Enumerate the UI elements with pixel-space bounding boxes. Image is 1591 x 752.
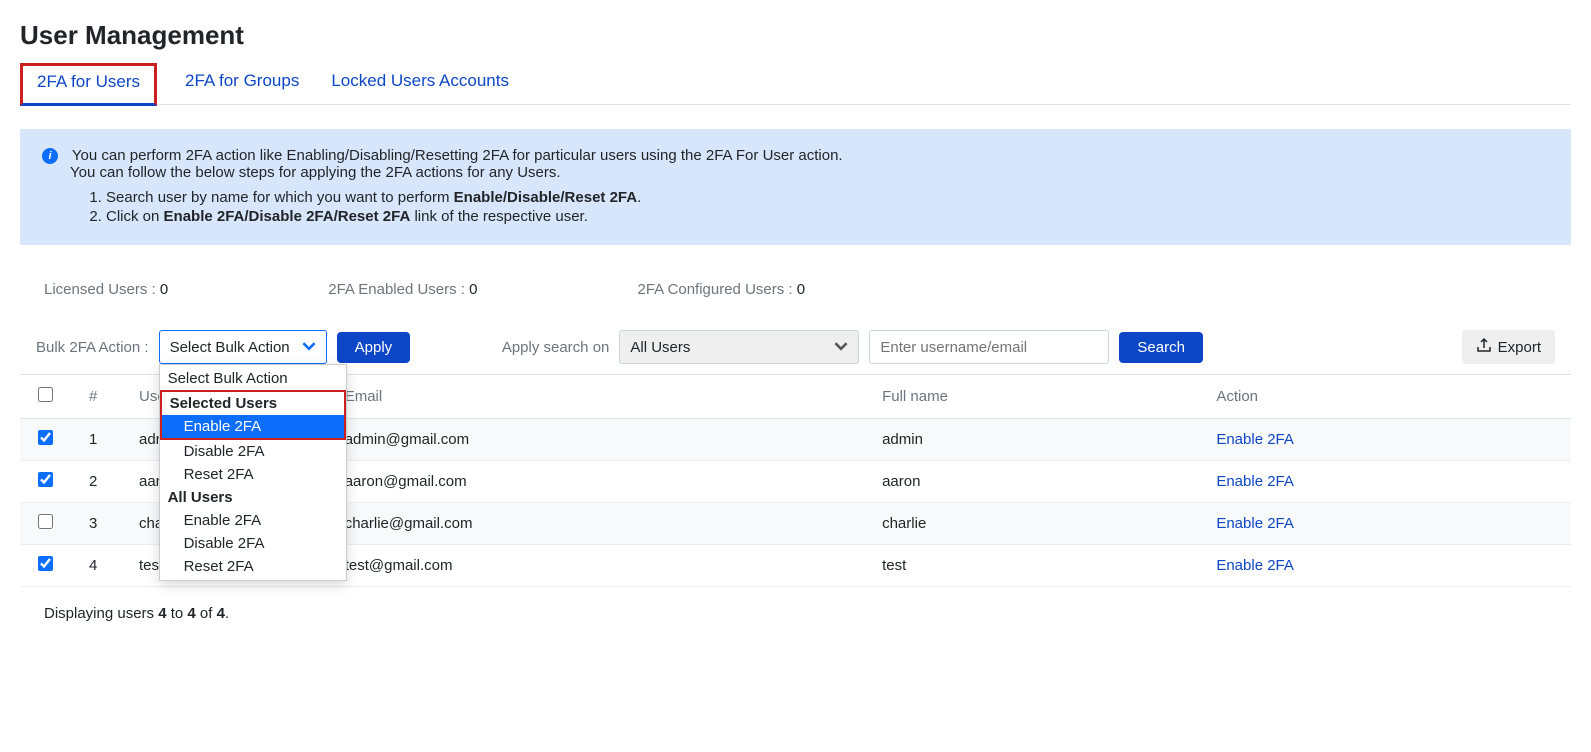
search-scope-select[interactable]: All Users (619, 330, 859, 364)
banner-line1: You can perform 2FA action like Enabling… (72, 147, 843, 164)
tab-2fa-groups[interactable]: 2FA for Groups (181, 63, 303, 104)
page-title: User Management (20, 20, 1571, 51)
row-checkbox[interactable] (38, 472, 53, 487)
row-checkbox[interactable] (38, 556, 53, 571)
row-action-link[interactable]: Enable 2FA (1216, 515, 1294, 532)
col-email: Email (327, 375, 864, 419)
apply-button[interactable]: Apply (337, 332, 411, 363)
info-banner: i You can perform 2FA action like Enabli… (20, 129, 1571, 245)
pagination-summary: Displaying users 4 to 4 of 4. (20, 605, 1571, 622)
row-index: 3 (71, 503, 121, 545)
col-fullname: Full name (864, 375, 1198, 419)
chevron-down-icon (302, 339, 316, 356)
dropdown-group-all-users: All Users (160, 486, 346, 509)
dropdown-opt-select-bulk[interactable]: Select Bulk Action (160, 367, 346, 390)
row-fullname: test (864, 545, 1198, 587)
row-index: 2 (71, 461, 121, 503)
row-fullname: charlie (864, 503, 1198, 545)
banner-step2: Click on Enable 2FA/Disable 2FA/Reset 2F… (106, 208, 1549, 225)
tab-2fa-users[interactable]: 2FA for Users (20, 63, 157, 106)
banner-step1: Search user by name for which you want t… (106, 189, 1549, 206)
dropdown-opt-all-enable[interactable]: Enable 2FA (160, 509, 346, 532)
col-action: Action (1198, 375, 1571, 419)
search-input[interactable] (869, 330, 1109, 364)
dropdown-opt-all-reset[interactable]: Reset 2FA (160, 555, 346, 578)
dropdown-opt-selected-disable[interactable]: Disable 2FA (160, 440, 346, 463)
tab-bar: 2FA for Users 2FA for Groups Locked User… (20, 63, 1571, 105)
dropdown-opt-selected-reset[interactable]: Reset 2FA (160, 463, 346, 486)
row-index: 4 (71, 545, 121, 587)
row-fullname: admin (864, 419, 1198, 461)
row-fullname: aaron (864, 461, 1198, 503)
search-button[interactable]: Search (1119, 332, 1203, 363)
row-email: charlie@gmail.com (327, 503, 864, 545)
stats-row: Licensed Users : 0 2FA Enabled Users : 0… (20, 273, 1571, 330)
row-action-link[interactable]: Enable 2FA (1216, 473, 1294, 490)
tab-locked-users[interactable]: Locked Users Accounts (327, 63, 513, 104)
export-icon (1476, 337, 1492, 357)
row-email: test@gmail.com (327, 545, 864, 587)
dropdown-opt-selected-enable[interactable]: Enable 2FA (160, 415, 346, 440)
col-index: # (71, 375, 121, 419)
chevron-down-icon (834, 339, 848, 356)
bulk-action-label: Bulk 2FA Action : (36, 339, 149, 356)
select-all-checkbox[interactable] (38, 387, 53, 402)
stat-enabled: 2FA Enabled Users : 0 (328, 281, 477, 298)
row-action-link[interactable]: Enable 2FA (1216, 431, 1294, 448)
export-button[interactable]: Export (1462, 330, 1555, 364)
row-index: 1 (71, 419, 121, 461)
info-icon: i (42, 148, 58, 164)
apply-search-label: Apply search on (502, 339, 610, 356)
stat-licensed: Licensed Users : 0 (44, 281, 168, 298)
row-checkbox[interactable] (38, 430, 53, 445)
stat-configured: 2FA Configured Users : 0 (638, 281, 806, 298)
controls-row: Bulk 2FA Action : Select Bulk Action Sel… (20, 330, 1571, 375)
row-email: admin@gmail.com (327, 419, 864, 461)
row-email: aaron@gmail.com (327, 461, 864, 503)
banner-line2: You can follow the below steps for apply… (70, 164, 1549, 181)
row-checkbox[interactable] (38, 514, 53, 529)
dropdown-opt-all-disable[interactable]: Disable 2FA (160, 532, 346, 555)
row-action-link[interactable]: Enable 2FA (1216, 557, 1294, 574)
dropdown-group-selected-users: Selected Users (160, 390, 346, 415)
bulk-action-select[interactable]: Select Bulk Action (159, 330, 327, 364)
bulk-action-dropdown: Select Bulk Action Selected Users Enable… (159, 364, 347, 581)
